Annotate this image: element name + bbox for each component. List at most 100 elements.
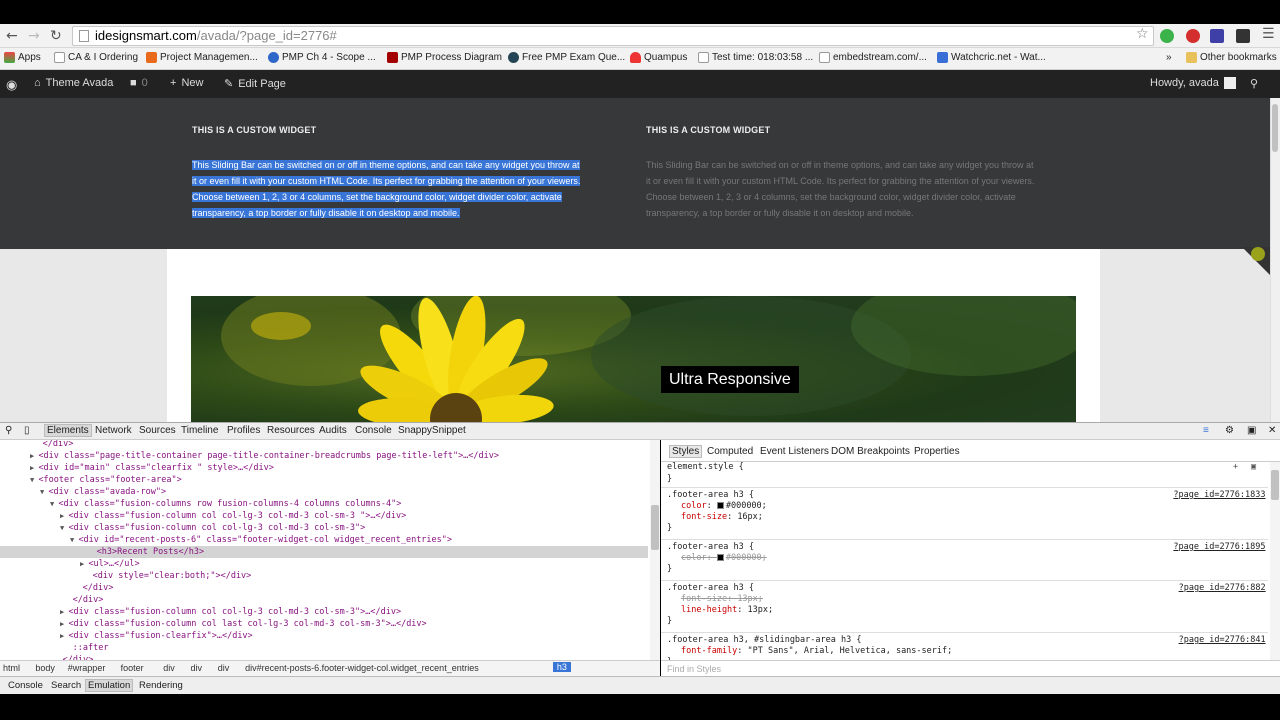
admin-bar-site[interactable]: ⌂ Theme Avada <box>34 77 113 89</box>
breadcrumb-item[interactable]: div#recent-posts-6.footer-widget-col.wid… <box>245 663 479 673</box>
css-rule-selector[interactable]: .footer-area h3 {?page_id=2776:882 <box>667 583 1266 594</box>
find-in-styles-input[interactable]: Find in Styles <box>661 660 1280 676</box>
bookmark-item[interactable]: Project Managemen... <box>146 52 258 63</box>
admin-bar-new[interactable]: + New <box>170 77 203 89</box>
element-state-icon[interactable]: ▣ <box>1251 462 1256 472</box>
css-rule-selector[interactable]: .footer-area h3, #slidingbar-area h3 {?p… <box>667 635 1266 646</box>
breadcrumb-item[interactable]: #wrapper <box>68 663 106 673</box>
tab-console[interactable]: Console <box>355 425 392 436</box>
tab-timeline[interactable]: Timeline <box>181 425 218 436</box>
bookmark-item[interactable]: embedstream.com/... <box>819 52 927 63</box>
drawer-tab-console[interactable]: Console <box>8 680 43 691</box>
css-rule-selector[interactable]: .footer-area h3 {?page_id=2776:1895 <box>667 542 1266 553</box>
css-property[interactable]: font-size: 13px; <box>681 594 763 605</box>
breadcrumb-current[interactable]: h3 <box>552 662 571 672</box>
dom-node-selected[interactable]: <h3>Recent Posts</h3> <box>0 546 648 558</box>
device-mode-icon[interactable]: ▯ <box>24 425 30 436</box>
tab-elements[interactable]: Elements <box>44 424 92 437</box>
tab-computed[interactable]: Computed <box>707 446 753 457</box>
tab-profiles[interactable]: Profiles <box>227 425 260 436</box>
tab-audits[interactable]: Audits <box>319 425 347 436</box>
dom-node[interactable]: ▶ <ul>…</ul> <box>0 558 140 570</box>
search-icon[interactable]: ⚲ <box>1250 77 1258 90</box>
menu-icon[interactable]: ☰ <box>1262 26 1275 42</box>
admin-bar-edit-page[interactable]: ✎ Edit Page <box>224 77 286 91</box>
dom-node[interactable]: ▶ <div class="fusion-clearfix">…</div> <box>0 630 253 642</box>
element-style-rule[interactable]: element.style { <box>667 462 744 473</box>
bookmark-item[interactable]: Quampus <box>630 52 687 63</box>
dock-icon[interactable]: ▣ <box>1247 425 1256 436</box>
extension-opera-icon[interactable] <box>1186 29 1200 43</box>
expand-right-icon[interactable] <box>30 440 43 448</box>
styles-scrollbar-thumb[interactable] <box>1271 470 1279 500</box>
css-rule-selector[interactable]: .footer-area h3 {?page_id=2776:1833 <box>667 490 1266 501</box>
dom-node[interactable]: ▶ <div class="fusion-column col col-lg-3… <box>0 606 401 618</box>
breadcrumb-item[interactable]: html <box>3 663 20 673</box>
breadcrumb-item[interactable]: div <box>191 663 203 673</box>
css-property[interactable]: font-size: 16px; <box>681 512 763 523</box>
tab-properties[interactable]: Properties <box>914 446 960 457</box>
breadcrumb-item[interactable]: footer <box>121 663 144 673</box>
rule-source-link[interactable]: ?page_id=2776:1895 <box>1173 542 1265 553</box>
bookmark-item[interactable]: Test time: 018:03:58 ... <box>698 52 813 63</box>
tab-network[interactable]: Network <box>95 425 132 436</box>
dom-node[interactable]: ▶ <div class="fusion-column col last col… <box>0 618 427 630</box>
rule-source-link[interactable]: ?page_id=2776:1833 <box>1173 490 1265 501</box>
dom-node[interactable]: ▶ <div class="fusion-column col col-lg-3… <box>0 510 406 522</box>
dom-node[interactable]: ▼ <footer class="footer-area"> <box>0 474 182 486</box>
rule-source-link[interactable]: ?page_id=2776:882 <box>1179 583 1266 594</box>
bookmark-item[interactable]: Free PMP Exam Que... <box>508 52 625 63</box>
show-drawer-icon[interactable]: ≡ <box>1203 425 1209 436</box>
rule-source-link[interactable]: ?page_id=2776:841 <box>1179 635 1266 646</box>
admin-bar-account[interactable]: Howdy, avada <box>1150 77 1236 89</box>
tab-sources[interactable]: Sources <box>139 425 176 436</box>
breadcrumb-item[interactable]: body <box>35 663 55 673</box>
dom-tree[interactable]: </div> ▶ <div class="page-title-container… <box>0 440 660 660</box>
css-property[interactable]: color: #000000; <box>681 501 767 512</box>
expand-right-icon[interactable] <box>70 584 83 592</box>
dom-node[interactable]: ▼ <div class="fusion-columns row fusion-… <box>0 498 401 510</box>
drawer-tab-emulation[interactable]: Emulation <box>85 679 134 692</box>
css-property[interactable]: color: #000000; <box>681 553 767 564</box>
dom-node[interactable]: ▶ <div id="main" class="clearfix " style… <box>0 462 274 474</box>
new-rule-icon[interactable]: + <box>1233 462 1238 472</box>
drawer-tab-search[interactable]: Search <box>51 680 81 691</box>
bookmark-item[interactable]: PMP Process Diagram <box>387 52 502 63</box>
expand-right-icon[interactable] <box>84 548 97 556</box>
extension-green-icon[interactable] <box>1160 29 1174 43</box>
breadcrumb-item[interactable]: div <box>163 663 175 673</box>
dom-node[interactable]: </div> <box>0 440 74 450</box>
tab-event-listeners[interactable]: Event Listeners <box>760 446 829 457</box>
page-scrollbar-thumb[interactable] <box>1272 104 1278 152</box>
reload-icon[interactable]: ↻ <box>50 28 62 44</box>
forward-arrow-icon[interactable]: → <box>28 28 40 44</box>
bookmark-item[interactable]: CA & I Ordering <box>54 52 138 63</box>
dom-node[interactable]: <div style="clear:both;"></div> <box>0 570 252 582</box>
settings-gear-icon[interactable]: ⚙ <box>1225 425 1234 436</box>
admin-bar-comments[interactable]: ■ 0 <box>130 77 148 89</box>
bookmark-other[interactable]: Other bookmarks <box>1186 52 1277 63</box>
drawer-tab-rendering[interactable]: Rendering <box>139 680 183 691</box>
expand-right-icon[interactable] <box>60 644 73 652</box>
dom-node[interactable]: ::after <box>0 642 109 654</box>
breadcrumb-item[interactable]: div <box>218 663 230 673</box>
bookmark-apps[interactable]: Apps <box>4 52 41 63</box>
dom-node[interactable]: ▼ <div class="avada-row"> <box>0 486 166 498</box>
extension-dark-icon[interactable] <box>1236 29 1250 43</box>
dom-node[interactable]: ▼ <div id="recent-posts-6" class="footer… <box>0 534 452 546</box>
bookmark-overflow[interactable]: » <box>1166 52 1172 63</box>
css-property[interactable]: line-height: 13px; <box>681 605 773 616</box>
dom-node[interactable]: </div> <box>0 582 114 594</box>
extension-blue-icon[interactable] <box>1210 29 1224 43</box>
tab-resources[interactable]: Resources <box>267 425 315 436</box>
dom-tree-scrollbar[interactable] <box>650 440 660 660</box>
address-bar[interactable]: idesignsmart.com/avada/?page_id=2776# <box>72 26 1154 46</box>
bookmark-item[interactable]: Watchcric.net - Wat... <box>937 52 1046 63</box>
css-property[interactable]: font-family: "PT Sans", Arial, Helvetica… <box>681 646 952 657</box>
tab-dom-breakpoints[interactable]: DOM Breakpoints <box>831 446 910 457</box>
color-swatch-icon[interactable] <box>716 502 724 509</box>
inspect-icon[interactable]: ⚲ <box>5 425 12 436</box>
back-arrow-icon[interactable]: ← <box>6 28 18 44</box>
tab-snappysnippet[interactable]: SnappySnippet <box>398 425 466 436</box>
color-swatch-icon[interactable] <box>716 554 724 561</box>
